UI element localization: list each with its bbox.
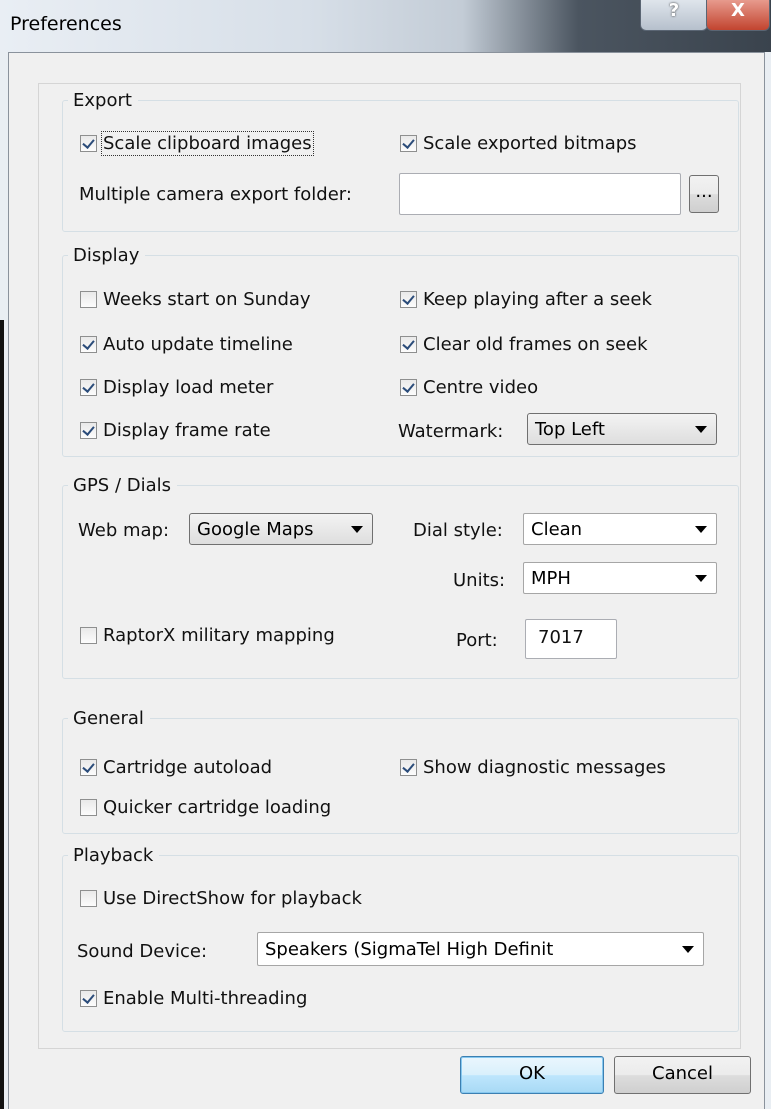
centre-video-checkbox[interactable]: Centre video xyxy=(400,377,538,398)
title-bar: Preferences ? X xyxy=(0,0,771,52)
help-button[interactable]: ? xyxy=(640,0,708,31)
general-legend: General xyxy=(73,708,144,729)
dial-style-select[interactable]: Clean xyxy=(523,513,717,545)
help-icon: ? xyxy=(668,0,680,21)
scale-bitmaps-checkbox[interactable]: Scale exported bitmaps xyxy=(400,133,637,154)
display-load-meter-checkbox[interactable]: Display load meter xyxy=(80,377,273,398)
clear-old-frames-checkbox[interactable]: Clear old frames on seek xyxy=(400,334,648,355)
chevron-down-icon xyxy=(695,426,707,433)
chevron-down-icon xyxy=(695,575,707,582)
checkbox-icon xyxy=(400,135,417,152)
multithreading-checkbox[interactable]: Enable Multi-threading xyxy=(80,988,307,1009)
watermark-value: Top Left xyxy=(535,419,605,440)
gps-dials-legend: GPS / Dials xyxy=(73,475,172,496)
scale-clipboard-checkbox[interactable]: Scale clipboard images xyxy=(80,131,314,156)
auto-update-timeline-checkbox[interactable]: Auto update timeline xyxy=(80,334,293,355)
port-value: 7017 xyxy=(538,627,584,648)
weeks-start-sunday-checkbox[interactable]: Weeks start on Sunday xyxy=(80,289,311,310)
sound-device-label: Sound Device: xyxy=(77,941,208,962)
checkbox-icon xyxy=(80,799,97,816)
dial-style-value: Clean xyxy=(531,519,583,540)
raptorx-mapping-label: RaptorX military mapping xyxy=(103,625,335,646)
window-title: Preferences xyxy=(10,13,122,35)
units-select[interactable]: MPH xyxy=(523,562,717,594)
checkbox-icon xyxy=(80,336,97,353)
quicker-loading-checkbox[interactable]: Quicker cartridge loading xyxy=(80,797,331,818)
cartridge-autoload-checkbox[interactable]: Cartridge autoload xyxy=(80,757,272,778)
quicker-loading-label: Quicker cartridge loading xyxy=(103,797,332,818)
auto-update-timeline-label: Auto update timeline xyxy=(103,334,293,355)
watermark-label: Watermark: xyxy=(398,421,504,442)
port-input[interactable]: 7017 xyxy=(525,619,617,659)
checkbox-icon xyxy=(80,291,97,308)
display-load-meter-label: Display load meter xyxy=(103,377,274,398)
checkbox-icon xyxy=(400,379,417,396)
checkbox-icon xyxy=(80,135,97,152)
centre-video-label: Centre video xyxy=(423,377,539,398)
sound-device-select[interactable]: Speakers (SigmaTel High Definit xyxy=(257,932,704,966)
close-button[interactable]: X xyxy=(706,0,770,31)
export-legend: Export xyxy=(73,90,132,111)
keep-playing-checkbox[interactable]: Keep playing after a seek xyxy=(400,289,652,310)
scale-bitmaps-label: Scale exported bitmaps xyxy=(423,133,637,154)
directshow-checkbox[interactable]: Use DirectShow for playback xyxy=(80,888,362,909)
keep-playing-label: Keep playing after a seek xyxy=(423,289,652,310)
export-folder-input[interactable] xyxy=(399,173,681,215)
weeks-start-sunday-label: Weeks start on Sunday xyxy=(103,289,311,310)
watermark-select[interactable]: Top Left xyxy=(527,413,717,445)
web-map-label: Web map: xyxy=(78,520,170,541)
chevron-down-icon xyxy=(682,946,694,953)
web-map-value: Google Maps xyxy=(197,519,314,540)
checkbox-icon xyxy=(80,379,97,396)
show-diagnostic-checkbox[interactable]: Show diagnostic messages xyxy=(400,757,666,778)
checkbox-icon xyxy=(400,291,417,308)
clear-old-frames-label: Clear old frames on seek xyxy=(423,334,648,355)
window-frame-right xyxy=(764,52,771,1109)
chevron-down-icon xyxy=(351,526,363,533)
show-diagnostic-label: Show diagnostic messages xyxy=(423,757,666,778)
export-folder-label: Multiple camera export folder: xyxy=(79,184,352,205)
web-map-select[interactable]: Google Maps xyxy=(189,513,373,545)
dial-style-label: Dial style: xyxy=(413,520,503,541)
cancel-button[interactable]: Cancel xyxy=(614,1056,751,1094)
directshow-label: Use DirectShow for playback xyxy=(103,888,362,909)
multithreading-label: Enable Multi-threading xyxy=(103,988,308,1009)
checkbox-icon xyxy=(80,627,97,644)
sound-device-value: Speakers (SigmaTel High Definit xyxy=(265,939,554,960)
checkbox-icon xyxy=(400,336,417,353)
port-label: Port: xyxy=(456,630,498,651)
display-frame-rate-label: Display frame rate xyxy=(103,420,271,441)
raptorx-mapping-checkbox[interactable]: RaptorX military mapping xyxy=(80,625,335,646)
units-value: MPH xyxy=(531,568,571,589)
playback-legend: Playback xyxy=(73,845,154,866)
chevron-down-icon xyxy=(695,526,707,533)
browse-folder-button[interactable]: ... xyxy=(689,175,719,213)
ok-button[interactable]: OK xyxy=(460,1056,604,1094)
scale-clipboard-label: Scale clipboard images xyxy=(101,131,314,156)
checkbox-icon xyxy=(80,422,97,439)
checkbox-icon xyxy=(80,890,97,907)
close-icon: X xyxy=(731,0,745,21)
cartridge-autoload-label: Cartridge autoload xyxy=(103,757,273,778)
checkbox-icon xyxy=(80,990,97,1007)
display-frame-rate-checkbox[interactable]: Display frame rate xyxy=(80,420,271,441)
units-label: Units: xyxy=(453,570,506,591)
checkbox-icon xyxy=(80,759,97,776)
display-legend: Display xyxy=(73,245,140,266)
checkbox-icon xyxy=(400,759,417,776)
background-edge xyxy=(0,320,4,1109)
